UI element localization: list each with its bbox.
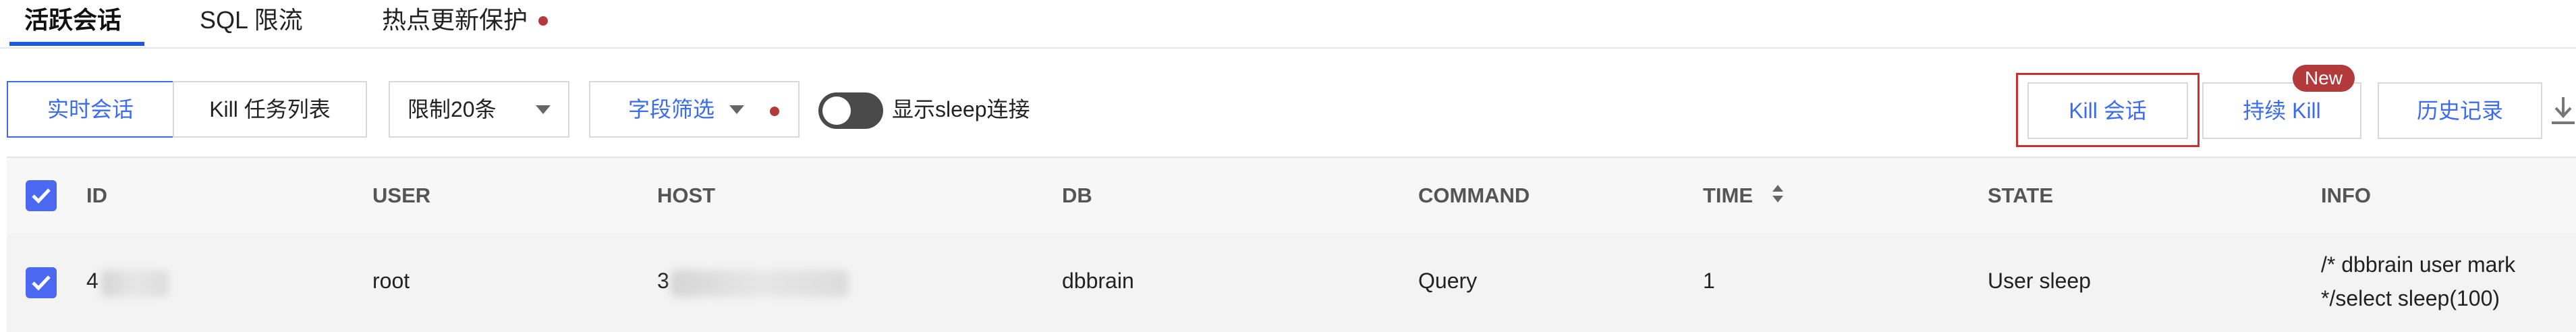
column-header-time[interactable]: TIME [1703,158,1785,233]
kill-task-list-button[interactable]: Kill 任务列表 [173,81,367,138]
cell-id: 4 [86,269,99,293]
download-icon[interactable] [2550,96,2576,126]
toolbar: 实时会话 Kill 任务列表 限制20条 字段筛选 显示sleep连接 Kill… [0,65,2576,147]
field-filter-label: 字段筛选 [628,97,715,121]
new-badge: New [2293,65,2355,92]
sleep-connection-label: 显示sleep连接 [892,97,1030,121]
sleep-connection-toggle[interactable] [818,92,883,129]
column-header-user: USER [372,184,431,207]
column-header-info: INFO [2321,184,2372,207]
notification-dot [538,16,549,26]
column-header-db: DB [1062,184,1092,207]
realtime-session-button[interactable]: 实时会话 [7,81,174,138]
cell-time: 1 [1703,269,1715,293]
cell-user: root [372,269,410,293]
table-row[interactable]: 4 root 3 dbbrain Query 1 User sleep /* d… [7,233,2576,332]
filter-dot [770,107,779,116]
table-header: ID USER HOST DB COMMAND TIME STATE INFO [7,157,2576,235]
column-header-host: HOST [657,184,716,207]
chevron-down-icon [536,105,551,114]
active-tab-indicator [9,42,144,46]
cell-info-line1: /* dbbrain user mark [2321,252,2516,277]
tab-hot-update-label: 热点更新保护 [382,6,528,34]
tab-sql-throttle[interactable]: SQL 限流 [200,4,303,36]
sort-icon[interactable] [1771,159,1785,235]
limit-select[interactable]: 限制20条 [389,81,569,138]
row-checkbox[interactable] [26,267,57,298]
redacted-host [671,270,849,297]
redacted-id [101,270,169,297]
column-header-command: COMMAND [1418,184,1530,207]
toggle-knob [822,96,851,125]
column-header-time-label: TIME [1703,184,1754,207]
kill-session-button[interactable]: Kill 会话 [2027,82,2188,139]
column-header-state: STATE [1988,184,2054,207]
chevron-down-icon [729,105,744,114]
tab-active-sessions[interactable]: 活跃会话 [24,4,121,36]
limit-select-value: 限制20条 [408,97,497,121]
select-all-checkbox[interactable] [26,180,57,211]
tab-bar: 活跃会话 SQL 限流 热点更新保护 [0,0,2576,49]
field-filter-select[interactable]: 字段筛选 [589,81,800,138]
tab-hot-update-protection[interactable]: 热点更新保护 [382,4,549,36]
history-button[interactable]: 历史记录 [2378,82,2542,139]
cell-state: User sleep [1988,269,2091,293]
session-table: ID USER HOST DB COMMAND TIME STATE INFO … [7,157,2576,332]
cell-host: 3 [657,269,669,293]
cell-command: Query [1418,269,1478,293]
cell-info-line2: */select sleep(100) [2321,286,2500,310]
cell-db: dbbrain [1062,269,1134,293]
column-header-id: ID [86,184,107,207]
